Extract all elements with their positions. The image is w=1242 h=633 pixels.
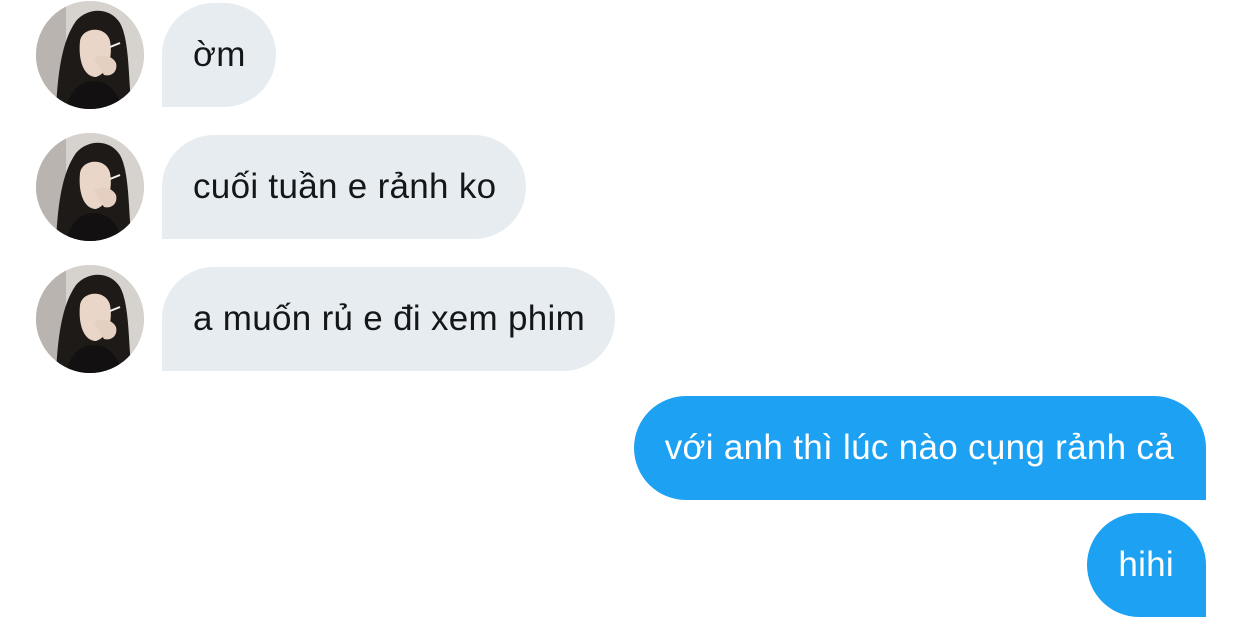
incoming-message-bubble[interactable]: a muốn rủ e đi xem phim <box>162 267 616 371</box>
sender-avatar[interactable] <box>36 265 144 373</box>
user-avatar-icon <box>36 133 144 241</box>
sender-avatar[interactable] <box>36 1 144 109</box>
outgoing-message-bubble[interactable]: với anh thì lúc nào cụng rảnh cả <box>633 396 1206 500</box>
user-avatar-icon <box>36 265 144 373</box>
incoming-message-bubble[interactable]: cuối tuần e rảnh ko <box>162 135 527 239</box>
message-text: ờm <box>193 35 246 74</box>
sender-avatar[interactable] <box>36 133 144 241</box>
message-text: a muốn rủ e đi xem phim <box>193 299 586 338</box>
message-text: hihi <box>1118 545 1174 584</box>
user-avatar-icon <box>36 1 144 109</box>
message-text: với anh thì lúc nào cụng rảnh cả <box>664 428 1174 467</box>
message-thread: ờm cuối tuần e rảnh ko a muốn rủ e đi xe… <box>0 0 1242 633</box>
message-text: cuối tuần e rảnh ko <box>193 167 497 206</box>
outgoing-message-bubble[interactable]: hihi <box>1087 513 1206 617</box>
incoming-message-bubble[interactable]: ờm <box>162 3 276 107</box>
